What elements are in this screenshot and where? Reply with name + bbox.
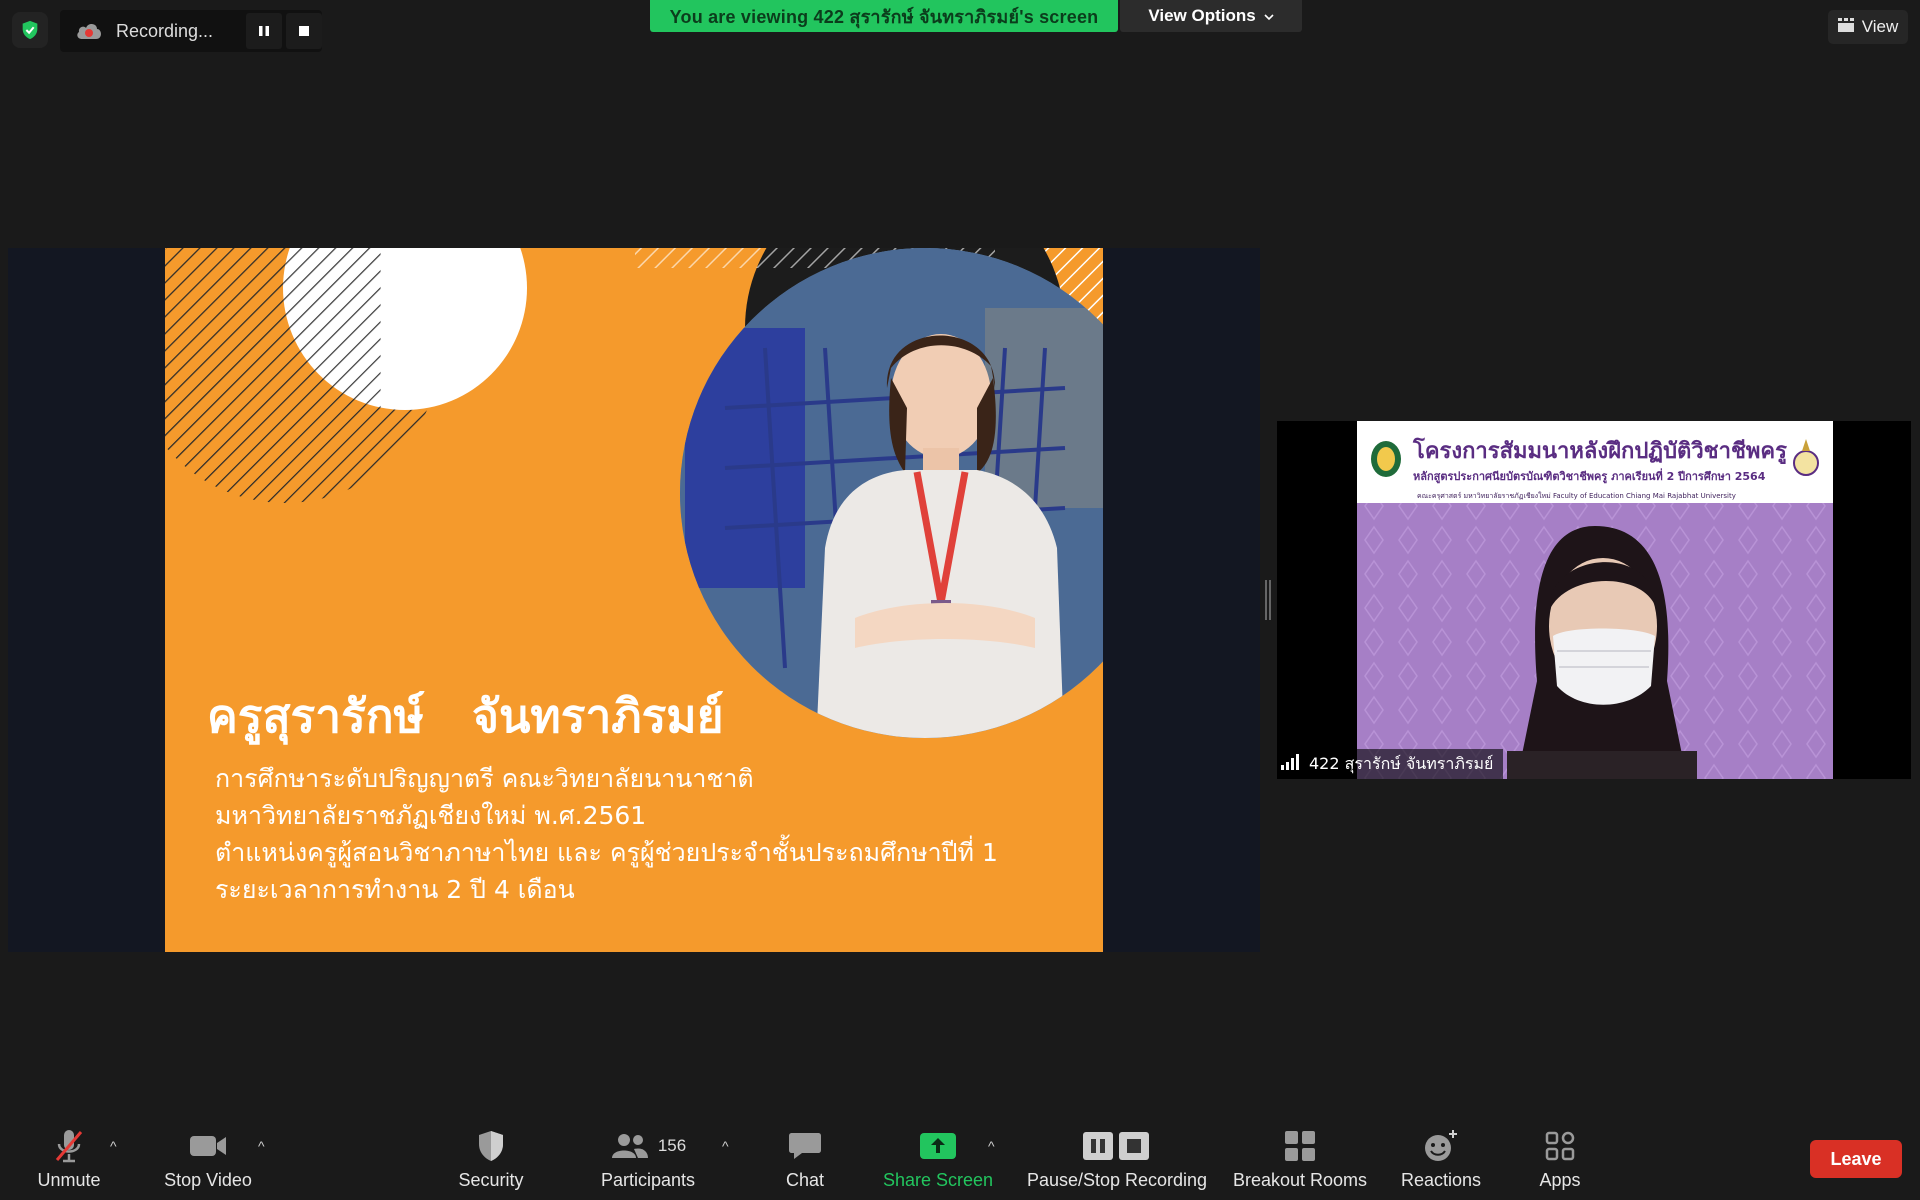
reactions-button[interactable]: Reactions [1396, 1126, 1486, 1194]
share-screen-label: Share Screen [882, 1170, 994, 1190]
participants-options-caret-icon[interactable]: ^ [722, 1138, 729, 1154]
view-label: View [1861, 17, 1899, 36]
meeting-toolbar: Unmute ^ Stop Video ^ Security 156 Parti… [0, 1120, 1920, 1200]
slide-teacher-name: ครูสุรารักษ์ จันทราภิรมย์ [207, 689, 724, 743]
security-shield-icon[interactable] [12, 12, 48, 48]
recording-indicator: Recording... [60, 10, 322, 52]
video-camera-icon [188, 1126, 228, 1166]
viewing-screen-banner: You are viewing 422 สุรารักษ์ จันทราภิรม… [650, 0, 1118, 32]
participant-name-label: 422 สุรารักษ์ จันทราภิรมย์ [1277, 749, 1504, 779]
participants-count: 156 [657, 1136, 687, 1155]
leave-meeting-button[interactable]: Leave [1810, 1140, 1902, 1178]
smiley-icon [1423, 1126, 1459, 1166]
unmute-label: Unmute [37, 1170, 101, 1190]
signal-strength-icon [1281, 754, 1301, 774]
reactions-label: Reactions [1400, 1170, 1482, 1190]
presentation-slide: ครูสุรารักษ์ จันทราภิรมย์ การศึกษาระดับป… [165, 248, 1103, 952]
background-title: โครงการสัมมนาหลังฝึกปฏิบัติวิชาชีพครู [1413, 439, 1787, 464]
breakout-rooms-icon [1283, 1126, 1317, 1166]
grid-view-icon [1837, 17, 1854, 37]
participants-icon-group: 156 [610, 1126, 686, 1166]
stop-recording-button[interactable] [286, 13, 322, 49]
security-button[interactable]: Security [450, 1126, 532, 1194]
stop-video-button[interactable]: Stop Video [158, 1126, 258, 1194]
background-header: โครงการสัมมนาหลังฝึกปฏิบัติวิชาชีพครู หล… [1357, 421, 1833, 503]
unmute-button[interactable]: Unmute [28, 1126, 110, 1194]
apps-icon [1545, 1126, 1575, 1166]
shield-icon [476, 1126, 506, 1166]
panel-resize-handle[interactable] [1265, 580, 1271, 620]
pause-stop-recording-label: Pause/Stop Recording [1026, 1170, 1208, 1190]
audio-options-caret-icon[interactable]: ^ [110, 1138, 117, 1154]
video-options-caret-icon[interactable]: ^ [258, 1138, 265, 1154]
slide-info-line: การศึกษาระดับปริญญาตรี คณะวิทยาลัยนานาชา… [215, 764, 754, 793]
view-options-button[interactable]: View Options [1120, 0, 1302, 32]
microphone-muted-icon [52, 1126, 86, 1166]
recording-label: Recording... [116, 21, 214, 41]
apps-label: Apps [1539, 1170, 1581, 1190]
pause-recording-button[interactable] [246, 13, 282, 49]
slide-info-line: มหาวิทยาลัยราชภัฏเชียงใหม่ พ.ศ.2561 [215, 801, 647, 830]
pause-stop-recording-button[interactable]: Pause/Stop Recording [1022, 1126, 1212, 1194]
university-logo-icon [1369, 439, 1403, 484]
view-options-label: View Options [1148, 6, 1256, 25]
share-screen-button[interactable]: Share Screen [880, 1126, 996, 1194]
participants-label: Participants [600, 1170, 696, 1190]
chat-label: Chat [785, 1170, 825, 1190]
slide-info: การศึกษาระดับปริญญาตรี คณะวิทยาลัยนานาชา… [215, 760, 998, 908]
virtual-background: โครงการสัมมนาหลังฝึกปฏิบัติวิชาชีพครู หล… [1357, 421, 1833, 779]
participant-video-tile[interactable]: โครงการสัมมนาหลังฝึกปฏิบัติวิชาชีพครู หล… [1277, 421, 1911, 779]
view-layout-button[interactable]: View [1828, 10, 1908, 44]
share-screen-icon [919, 1126, 957, 1166]
participants-button[interactable]: 156 Participants [596, 1126, 700, 1194]
stop-video-label: Stop Video [164, 1170, 252, 1190]
share-options-caret-icon[interactable]: ^ [988, 1138, 995, 1154]
slide-info-line: ระยะเวลาการทำงาน 2 ปี 4 เดือน [215, 875, 575, 904]
cloud-recording-icon [74, 19, 104, 46]
breakout-rooms-button[interactable]: Breakout Rooms [1230, 1126, 1370, 1194]
slide-info-line: ตำแหน่งครูผู้สอนวิชาภาษาไทย และ ครูผู้ช่… [215, 838, 998, 867]
breakout-rooms-label: Breakout Rooms [1232, 1170, 1368, 1190]
emblem-icon [1791, 437, 1821, 486]
chat-bubble-icon [788, 1126, 822, 1166]
security-label: Security [458, 1170, 524, 1190]
chevron-down-icon [1264, 6, 1274, 26]
recording-controls-icon [1082, 1126, 1152, 1166]
people-icon [611, 1134, 648, 1158]
chat-button[interactable]: Chat [776, 1126, 834, 1194]
apps-button[interactable]: Apps [1534, 1126, 1586, 1194]
background-subtitle: หลักสูตรประกาศนียบัตรบัณฑิตวิชาชีพครู ภา… [1413, 470, 1766, 483]
background-subtitle-small: คณะครุศาสตร์ มหาวิทยาลัยราชภัฏเชียงใหม่ … [1417, 492, 1736, 500]
participant-name: 422 สุรารักษ์ จันทราภิรมย์ [1309, 753, 1494, 773]
